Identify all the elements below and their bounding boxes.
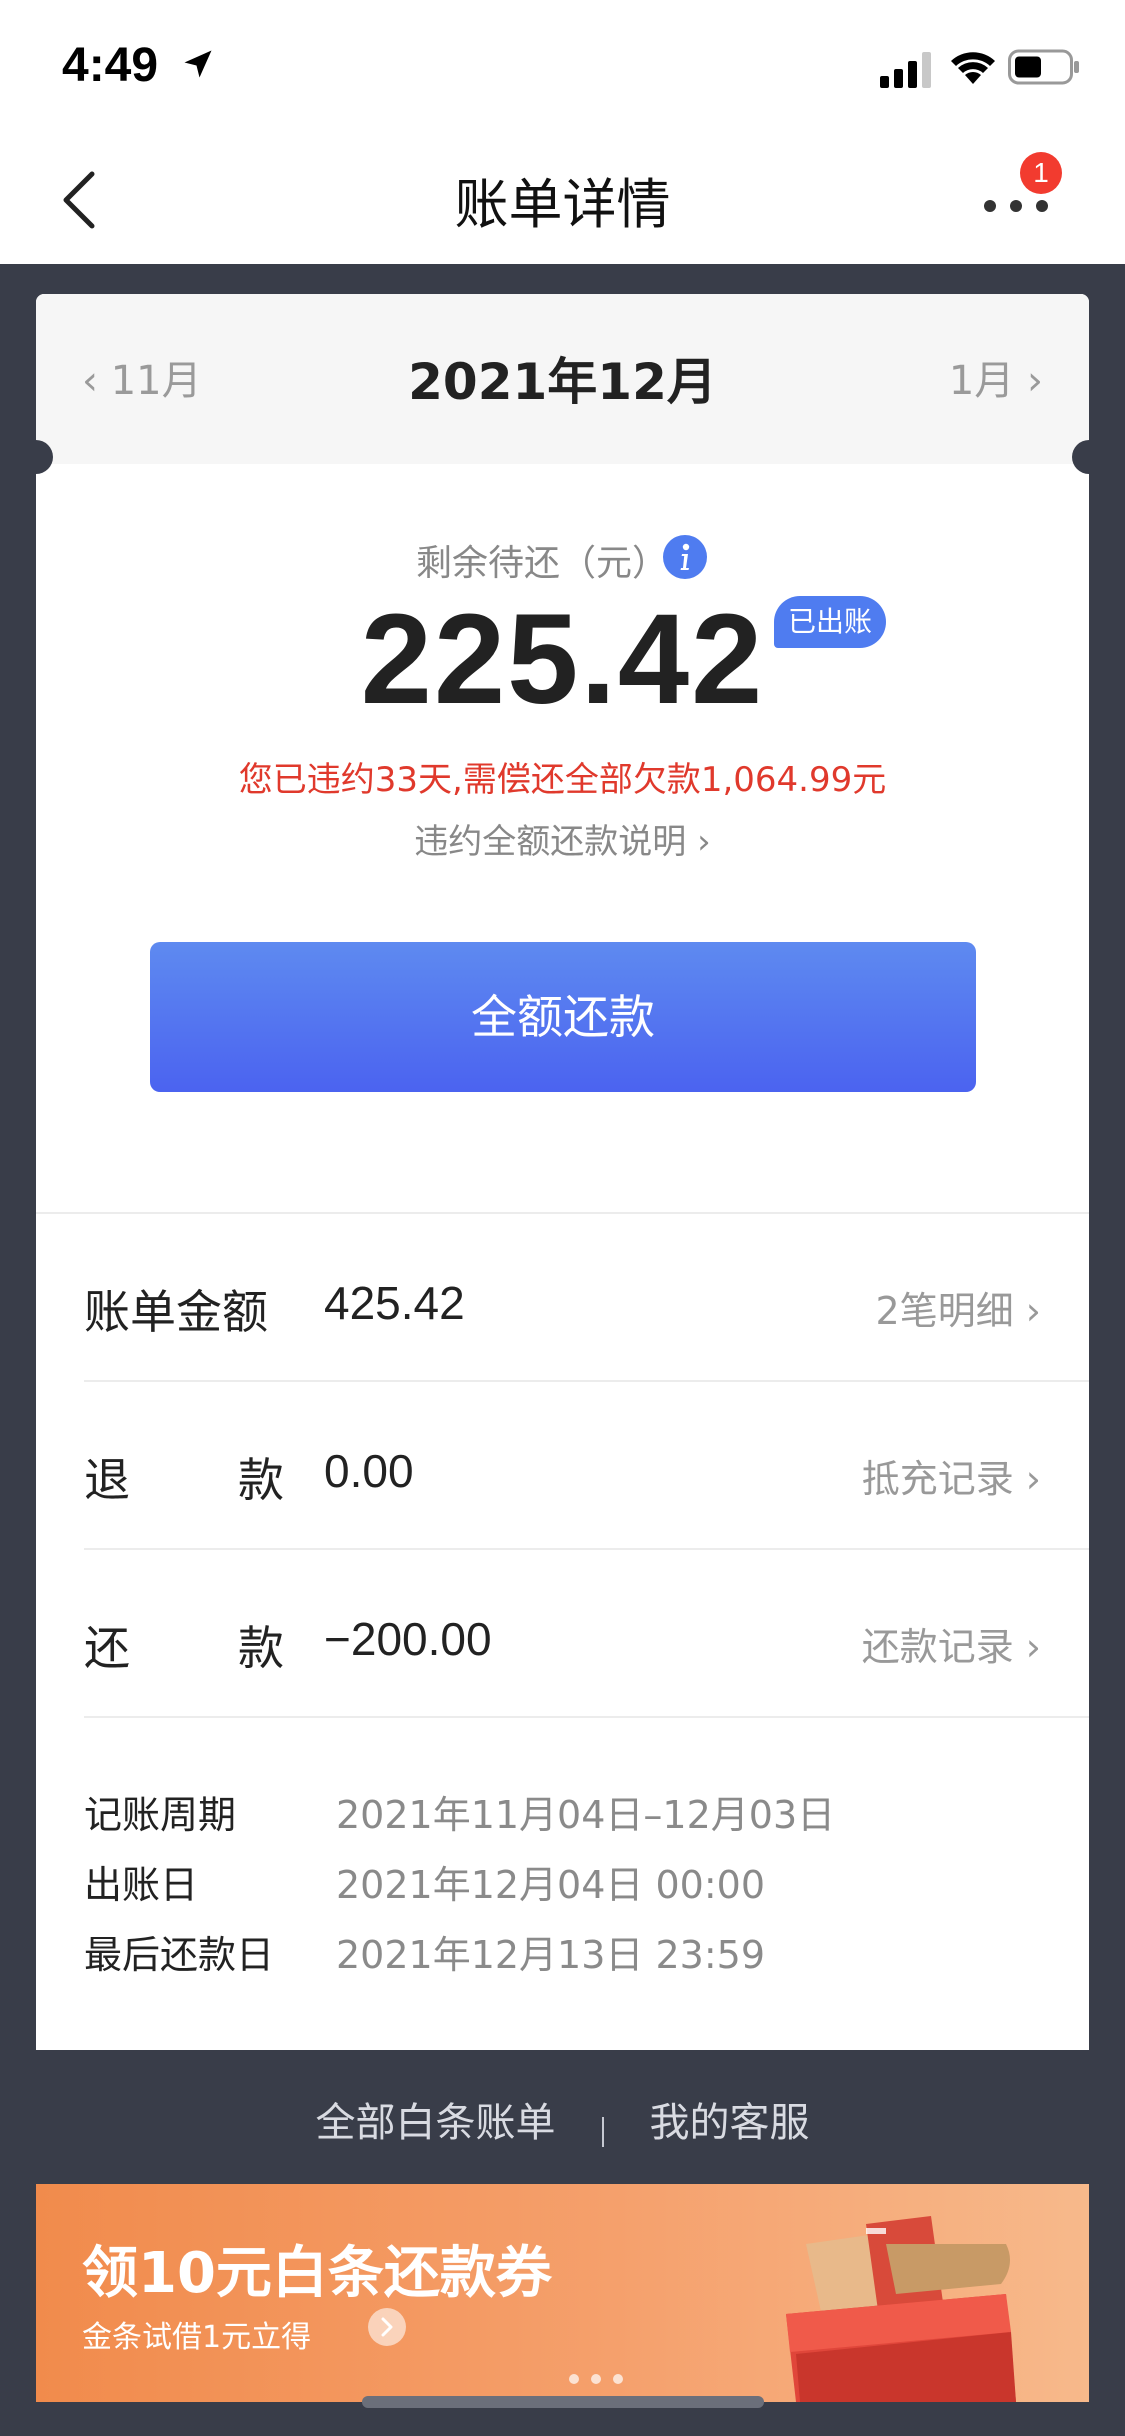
repayment-value: −200.00 <box>324 1613 492 1665</box>
due-date-value: 2021年12月13日 23:59 <box>336 1933 766 1977</box>
billing-period-value: 2021年11月04日–12月03日 <box>336 1793 836 1837</box>
repayment-row[interactable]: 还 款 −200.00 还款记录 › <box>36 1554 1089 1722</box>
refund-row[interactable]: 退 款 0.00 抵充记录 › <box>36 1386 1089 1554</box>
next-month-label: 1月 <box>948 358 1015 404</box>
billing-period-label: 记账周期 <box>84 1793 237 1837</box>
home-indicator <box>362 2396 764 2408</box>
status-time: 4:49 <box>62 39 159 92</box>
overdue-warning: 您已违约33天,需偿还全部欠款1,064.99元 <box>238 760 887 800</box>
info-icon[interactable] <box>662 534 708 580</box>
refund-value: 0.00 <box>324 1445 414 1497</box>
current-month: 2021年12月 <box>408 353 717 411</box>
notification-badge: 1 <box>1020 152 1062 194</box>
banner-subtitle: 金条试借1元立得 <box>82 2320 312 2355</box>
gift-box-illustration <box>786 2216 1016 2402</box>
battery-icon <box>1008 49 1079 85</box>
refund-label-left: 退 <box>84 1453 130 1507</box>
bill-detail-link[interactable]: 2笔明细 › <box>876 1280 1041 1335</box>
repayment-record-link[interactable]: 还款记录 › <box>862 1616 1041 1671</box>
cellular-signal-icon <box>880 52 931 88</box>
repayment-label: 还 款 <box>84 1612 284 1678</box>
page-title: 账单详情 <box>454 173 671 236</box>
carousel-dots <box>569 2374 623 2384</box>
offset-record-link[interactable]: 抵充记录 › <box>862 1448 1041 1503</box>
repayment-label-left: 还 <box>84 1621 130 1675</box>
offset-record-link-label: 抵充记录 <box>861 1457 1014 1501</box>
location-arrow-icon <box>184 50 212 78</box>
next-month-button[interactable]: 1月 › <box>949 348 1043 406</box>
remaining-label: 剩余待还（元） <box>416 543 669 584</box>
bill-card: ‹ 11月 2021年12月 1月 › 剩余待还（元） 225.42 已出账 您… <box>36 294 1089 2050</box>
bill-amount-value: 425.42 <box>324 1277 465 1329</box>
repayment-label-right: 款 <box>238 1621 284 1675</box>
row-divider <box>84 1380 1089 1382</box>
remaining-amount: 225.42 <box>360 588 765 731</box>
footer-links: 全部白条账单 我的客服 <box>0 2090 1125 2154</box>
full-repayment-button[interactable]: 全额还款 <box>150 942 976 1092</box>
status-bar: 4:49 <box>0 0 1125 132</box>
section-divider <box>36 1212 1089 1214</box>
bill-detail-link-label: 2笔明细 <box>875 1289 1014 1333</box>
nav-bar: 账单详情 1 <box>0 132 1125 264</box>
refund-label: 退 款 <box>84 1444 284 1510</box>
banner-arrow-icon <box>368 2308 406 2346</box>
status-badge: 已出账 <box>774 596 886 648</box>
row-divider <box>84 1548 1089 1550</box>
overdue-explanation-link[interactable]: 违约全额还款说明 › <box>36 814 1089 863</box>
overdue-link-label: 违约全额还款说明 <box>414 822 687 862</box>
bill-amount-label: 账单金额 <box>84 1285 268 1339</box>
month-switcher: ‹ 11月 2021年12月 1月 › <box>36 294 1089 464</box>
wifi-icon <box>951 52 995 84</box>
bill-amount-row[interactable]: 账单金额 425.42 2笔明细 › <box>36 1218 1089 1386</box>
banner-title: 领10元白条还款券 <box>82 2241 552 2306</box>
repayment-record-link-label: 还款记录 <box>861 1625 1014 1669</box>
all-bills-link[interactable]: 全部白条账单 <box>316 2100 556 2146</box>
customer-service-link[interactable]: 我的客服 <box>650 2100 810 2146</box>
row-divider <box>84 1716 1089 1718</box>
promo-banner[interactable]: 领10元白条还款券 金条试借1元立得 <box>36 2184 1089 2402</box>
refund-label-right: 款 <box>238 1453 284 1507</box>
footer-separator <box>601 2116 604 2147</box>
due-date-label: 最后还款日 <box>84 1933 275 1977</box>
statement-date-label: 出账日 <box>84 1863 199 1907</box>
statement-date-value: 2021年12月04日 00:00 <box>336 1863 766 1907</box>
